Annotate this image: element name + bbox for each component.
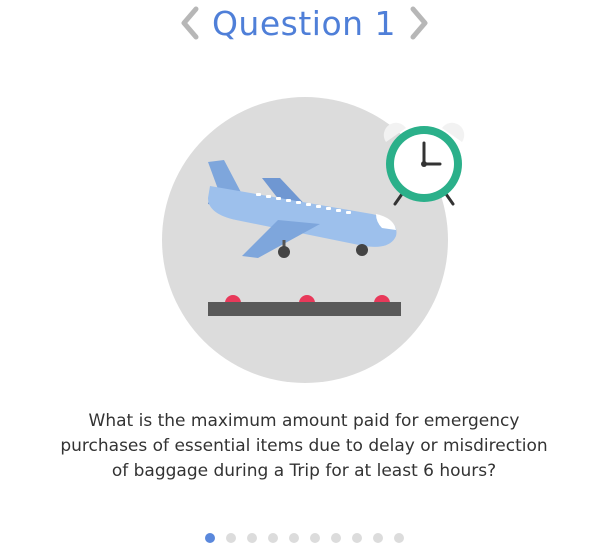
pagination-dot[interactable]	[330, 533, 341, 543]
pagination-dot[interactable]	[393, 533, 404, 543]
pagination-dot[interactable]	[351, 533, 362, 543]
pagination-dots	[0, 532, 608, 544]
question-header: Question 1	[0, 0, 608, 48]
pagination-dot[interactable]	[309, 533, 320, 543]
page-title: Question 1	[211, 4, 397, 43]
chevron-right-icon[interactable]	[405, 4, 433, 42]
question-line: purchases of essential items due to dela…	[60, 436, 548, 456]
baggage-delay-illustration	[162, 97, 465, 383]
pagination-dot[interactable]	[372, 533, 383, 543]
pagination-dot[interactable]	[288, 533, 299, 543]
question-line: What is the maximum amount paid for emer…	[88, 411, 520, 431]
question-line: of baggage during a Trip for at least 6 …	[111, 461, 497, 481]
chevron-left-icon[interactable]	[176, 4, 204, 42]
pagination-dot[interactable]	[267, 533, 278, 543]
question-text: What is the maximum amount paid for emer…	[0, 409, 608, 484]
pagination-dot[interactable]	[246, 533, 257, 543]
pagination-dot[interactable]	[225, 533, 236, 543]
pagination-dot[interactable]	[204, 533, 215, 543]
